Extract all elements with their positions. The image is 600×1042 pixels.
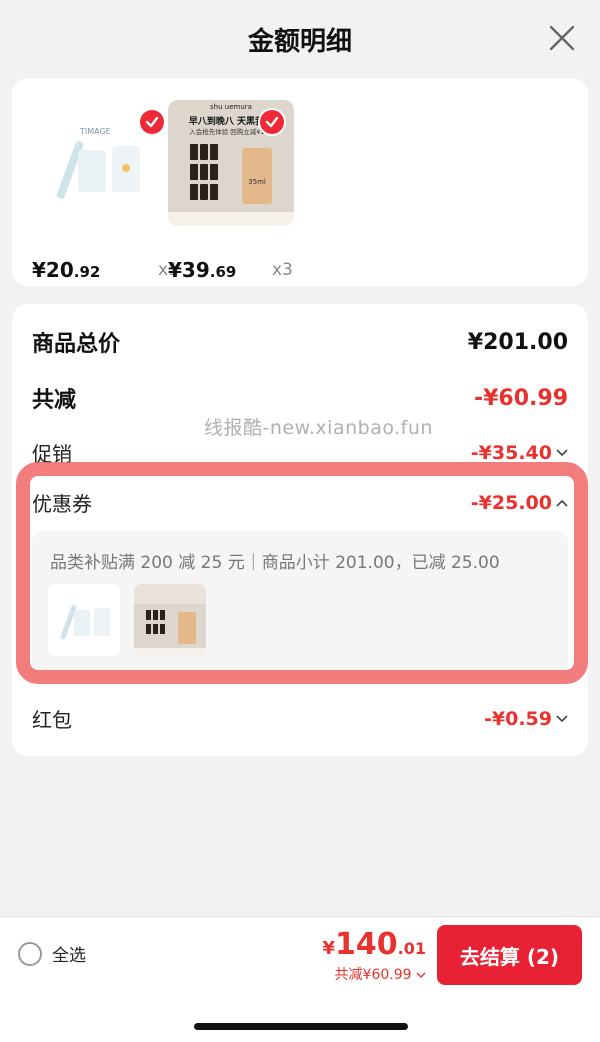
chevron-down-icon — [556, 448, 568, 456]
product-brand-2: shu uemura — [210, 103, 252, 111]
total-price-label: 商品总价 — [32, 332, 121, 357]
price-detail-card: 商品总价 ¥201.00 共减 -¥60.99 促销 -¥35.40 优惠券 -… — [12, 304, 588, 756]
select-all-label: 全选 — [52, 946, 86, 966]
products-card: TIMAGE ¥20.92 x1 shu uemura 早八到晚八 天黑我不 入… — [12, 78, 588, 286]
coupon-value[interactable]: -¥25.00 — [471, 492, 568, 514]
coupon-description: 品类补贴满 200 减 25 元｜商品小计 201.00，已减 25.00 — [50, 553, 500, 573]
product-size-2: 35ml — [248, 178, 266, 186]
discount-value: -¥60.99 — [473, 385, 568, 411]
discount-label: 共减 — [32, 388, 77, 413]
watermark-text: 线报酷-new.xianbao.fun — [204, 417, 433, 439]
payable-amount: ¥140.01 — [322, 927, 427, 962]
payable-total: ¥140.01 共减¥60.99 — [323, 927, 427, 984]
close-icon[interactable] — [548, 24, 576, 52]
chevron-down-icon — [416, 972, 426, 978]
sheet-title: 金额明细 — [247, 26, 352, 57]
check-icon — [145, 116, 159, 128]
product-price-1: ¥20.92 — [32, 258, 101, 282]
red-packet-row[interactable]: 红包 -¥0.59 — [32, 704, 568, 733]
checkout-bar: 全选 ¥140.01 共减¥60.99 去结算 (2) — [0, 916, 600, 1042]
home-indicator — [194, 1023, 408, 1030]
product-qty-2: x3 — [272, 260, 293, 280]
coupon-label: 优惠券 — [32, 492, 92, 516]
product-item-2[interactable]: shu uemura 早八到晚八 天黑我不 入会抢先体验 回购立减¥120 35… — [168, 100, 294, 282]
coupon-product-thumbnail-2 — [134, 584, 206, 656]
product-checked-2[interactable] — [258, 108, 286, 136]
coupon-product-thumbnail-1 — [48, 584, 120, 656]
red-packet-value[interactable]: -¥0.59 — [484, 708, 568, 730]
discount-row: 共减 -¥60.99 — [32, 382, 568, 414]
checkout-button[interactable]: 去结算 (2) — [437, 925, 582, 985]
check-icon — [265, 116, 279, 128]
select-all-radio[interactable] — [18, 941, 42, 966]
coupon-detail-box: 品类补贴满 200 减 25 元｜商品小计 201.00，已减 25.00 — [32, 530, 568, 680]
product-checked-1[interactable] — [138, 108, 166, 136]
sheet-header: 金额明细 — [0, 0, 600, 78]
product-brand-1: TIMAGE — [79, 127, 111, 136]
promotion-value[interactable]: -¥35.40 — [471, 442, 568, 464]
chevron-up-icon — [556, 499, 568, 507]
promotion-label: 促销 — [32, 442, 72, 466]
total-price-row: 商品总价 ¥201.00 — [32, 326, 568, 358]
close-button[interactable] — [548, 24, 576, 52]
select-all-toggle[interactable]: 全选 — [18, 941, 86, 966]
coupon-row[interactable]: 优惠券 -¥25.00 — [32, 488, 568, 517]
promotion-row[interactable]: 促销 -¥35.40 — [32, 438, 568, 467]
product-item-1[interactable]: TIMAGE ¥20.92 x1 — [32, 100, 179, 282]
chevron-down-icon — [556, 714, 568, 722]
saved-amount[interactable]: 共减¥60.99 — [323, 964, 427, 984]
red-packet-label: 红包 — [32, 708, 72, 732]
product-price-2: ¥39.69 — [168, 258, 237, 282]
total-price-value: ¥201.00 — [467, 329, 568, 355]
